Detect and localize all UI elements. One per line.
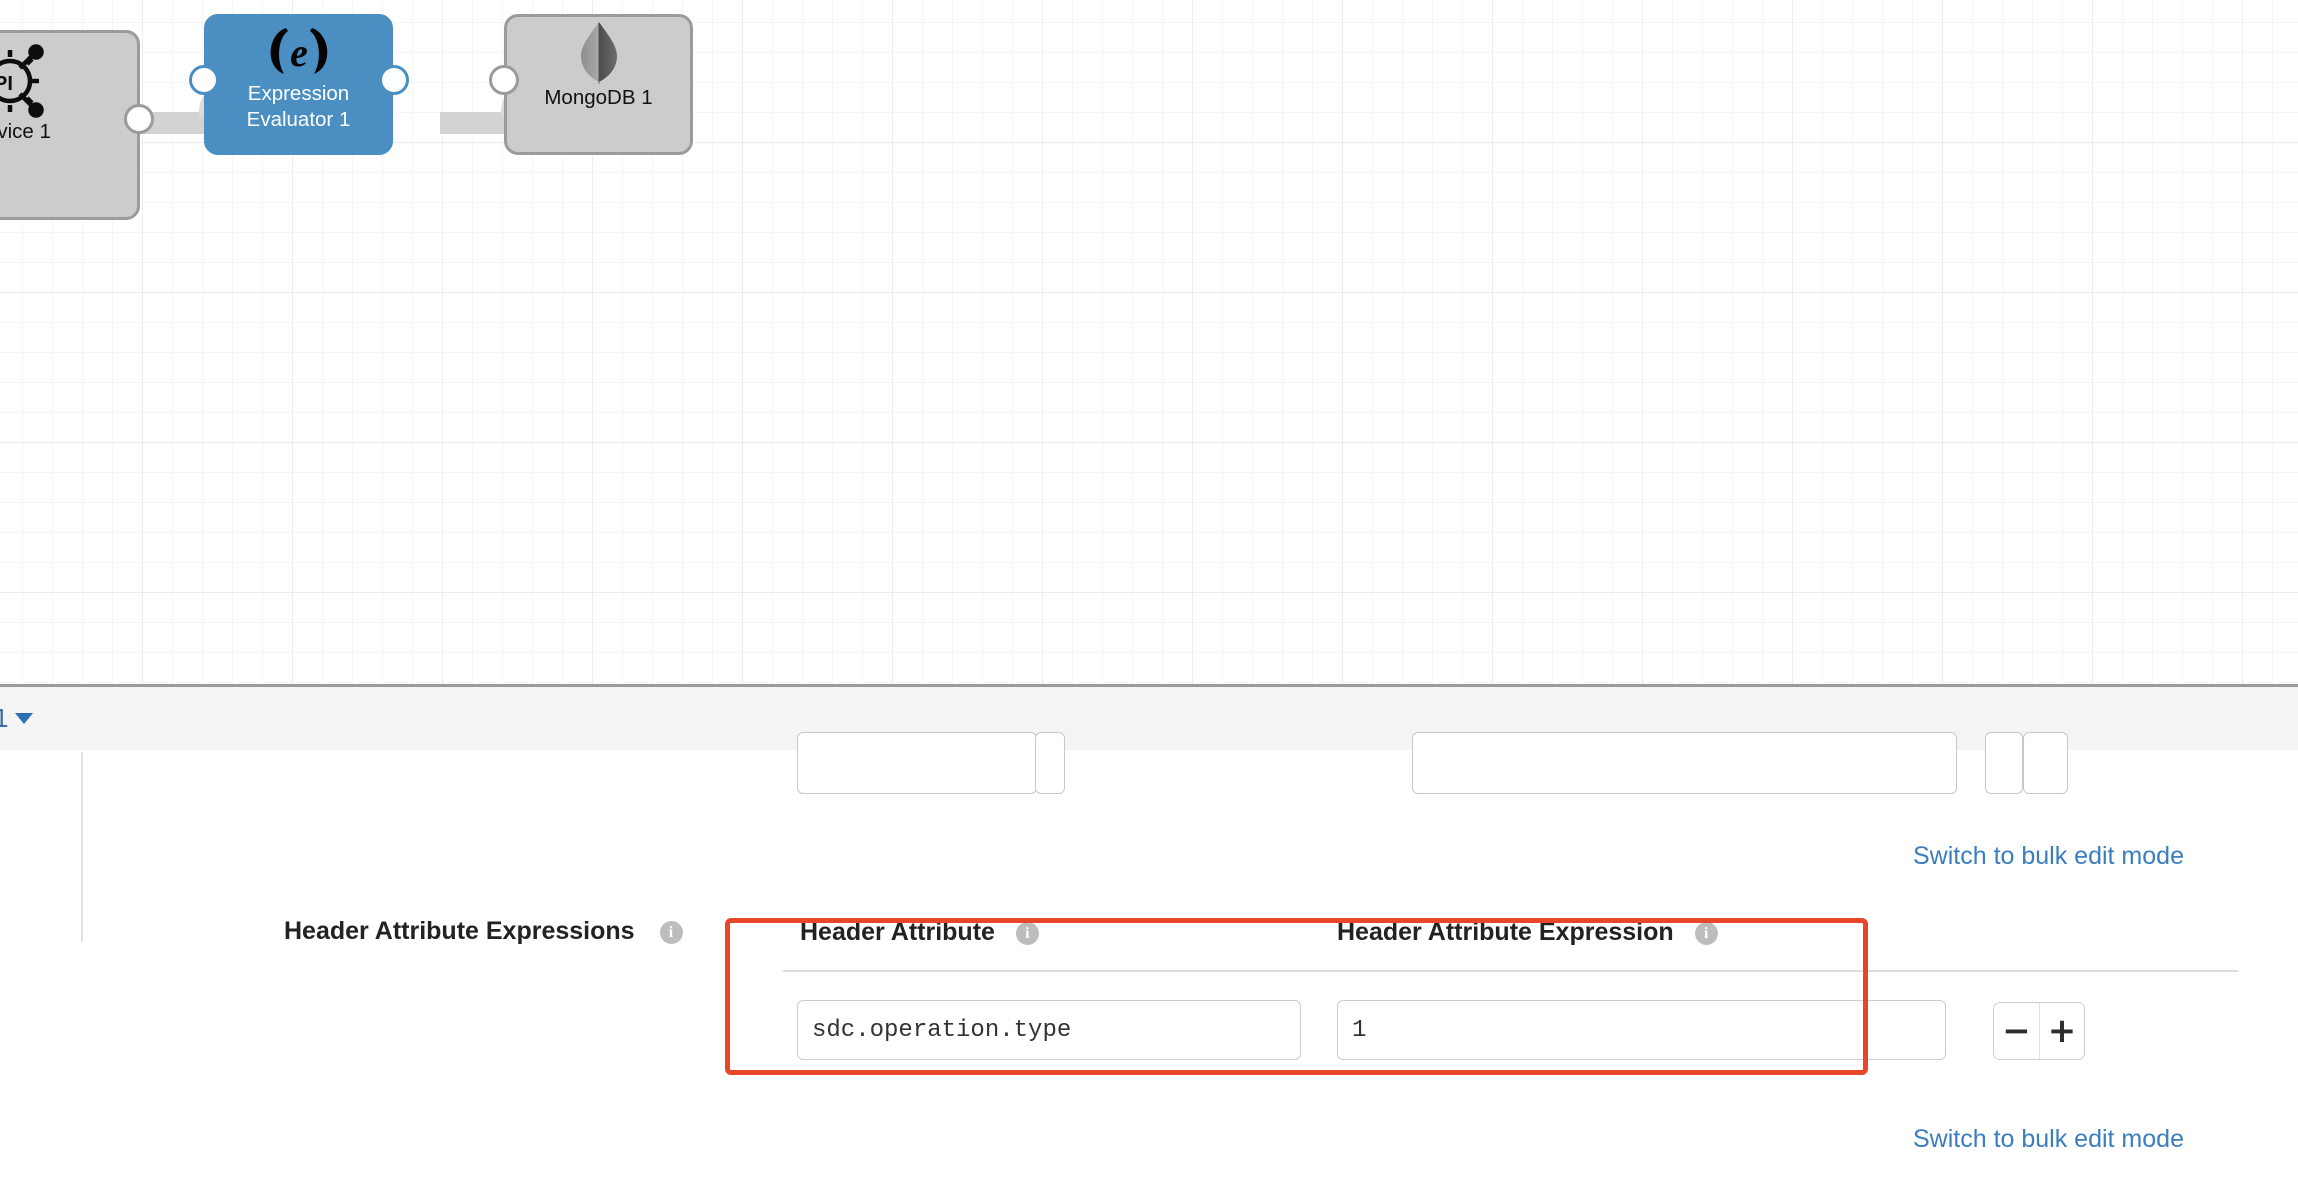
column-header-header-attribute: Header Attribute i bbox=[800, 918, 1039, 947]
mongodb-leaf-icon bbox=[575, 22, 623, 84]
info-icon[interactable]: i bbox=[659, 921, 683, 944]
column-header-header-attribute-expression: Header Attribute Expression i bbox=[1337, 918, 1718, 947]
stage-input-port[interactable] bbox=[489, 65, 519, 95]
field-label-text: Header Attribute Expressions bbox=[284, 917, 635, 945]
switch-to-bulk-edit-mode-link-top[interactable]: Switch to bulk edit mode bbox=[1913, 842, 2184, 871]
stage-output-port[interactable] bbox=[379, 65, 409, 95]
remove-row-button[interactable]: − bbox=[1994, 1003, 2039, 1059]
chevron-down-icon[interactable] bbox=[14, 713, 33, 724]
stage-input-port[interactable] bbox=[189, 65, 219, 95]
plus-icon: + bbox=[2047, 1011, 2077, 1051]
info-icon[interactable]: i bbox=[1015, 922, 1039, 945]
stage-label: MongoDB 1 bbox=[544, 86, 653, 109]
svg-text:PI: PI bbox=[0, 73, 13, 95]
stage-node-expression-evaluator[interactable]: e Expression Evaluator 1 bbox=[204, 14, 393, 155]
panel-stage-selector[interactable]: ator 1 bbox=[0, 703, 33, 734]
column-header-rule bbox=[783, 970, 2238, 972]
expression-e-icon: e bbox=[256, 23, 342, 79]
add-row-button[interactable]: + bbox=[2039, 1003, 2084, 1059]
column-header-text: Header Attribute bbox=[800, 918, 995, 946]
stage-detail-panel: ator 1 Switch to bulk edit mode Header A… bbox=[0, 687, 2298, 1186]
minus-icon: − bbox=[2002, 1011, 2031, 1051]
clipped-text-input[interactable] bbox=[1412, 732, 1957, 794]
stage-node-rest-service[interactable]: PI ervice 1 bbox=[0, 30, 140, 220]
column-header-text: Header Attribute Expression bbox=[1337, 918, 1674, 946]
stage-label: Expression Evaluator 1 bbox=[246, 82, 351, 131]
switch-to-bulk-edit-mode-link-bottom[interactable]: Switch to bulk edit mode bbox=[1913, 1125, 2184, 1154]
clipped-button[interactable] bbox=[2023, 732, 2068, 794]
svg-text:e: e bbox=[290, 30, 308, 75]
header-attribute-expression-input[interactable] bbox=[1337, 1000, 1946, 1060]
header-attribute-expressions-label: Header Attribute Expressions i bbox=[284, 917, 683, 946]
clipped-text-input[interactable] bbox=[797, 732, 1037, 794]
panel-stage-name-label: ator 1 bbox=[0, 703, 9, 733]
api-gear-icon: PI bbox=[0, 44, 54, 118]
stage-node-mongodb[interactable]: MongoDB 1 bbox=[504, 14, 693, 155]
info-icon[interactable]: i bbox=[1694, 922, 1718, 945]
panel-body bbox=[0, 732, 2298, 1186]
pipeline-canvas[interactable]: PI ervice 1 e Expression Evaluator 1 bbox=[0, 0, 2298, 687]
row-add-remove-buttons: − + bbox=[1993, 1002, 2085, 1060]
panel-left-divider bbox=[81, 752, 83, 942]
clipped-button[interactable] bbox=[1985, 732, 2023, 794]
stage-output-port[interactable] bbox=[124, 104, 154, 134]
clipped-button[interactable] bbox=[1035, 732, 1065, 794]
stage-label: ervice 1 bbox=[0, 120, 51, 143]
header-attribute-input[interactable] bbox=[797, 1000, 1301, 1060]
